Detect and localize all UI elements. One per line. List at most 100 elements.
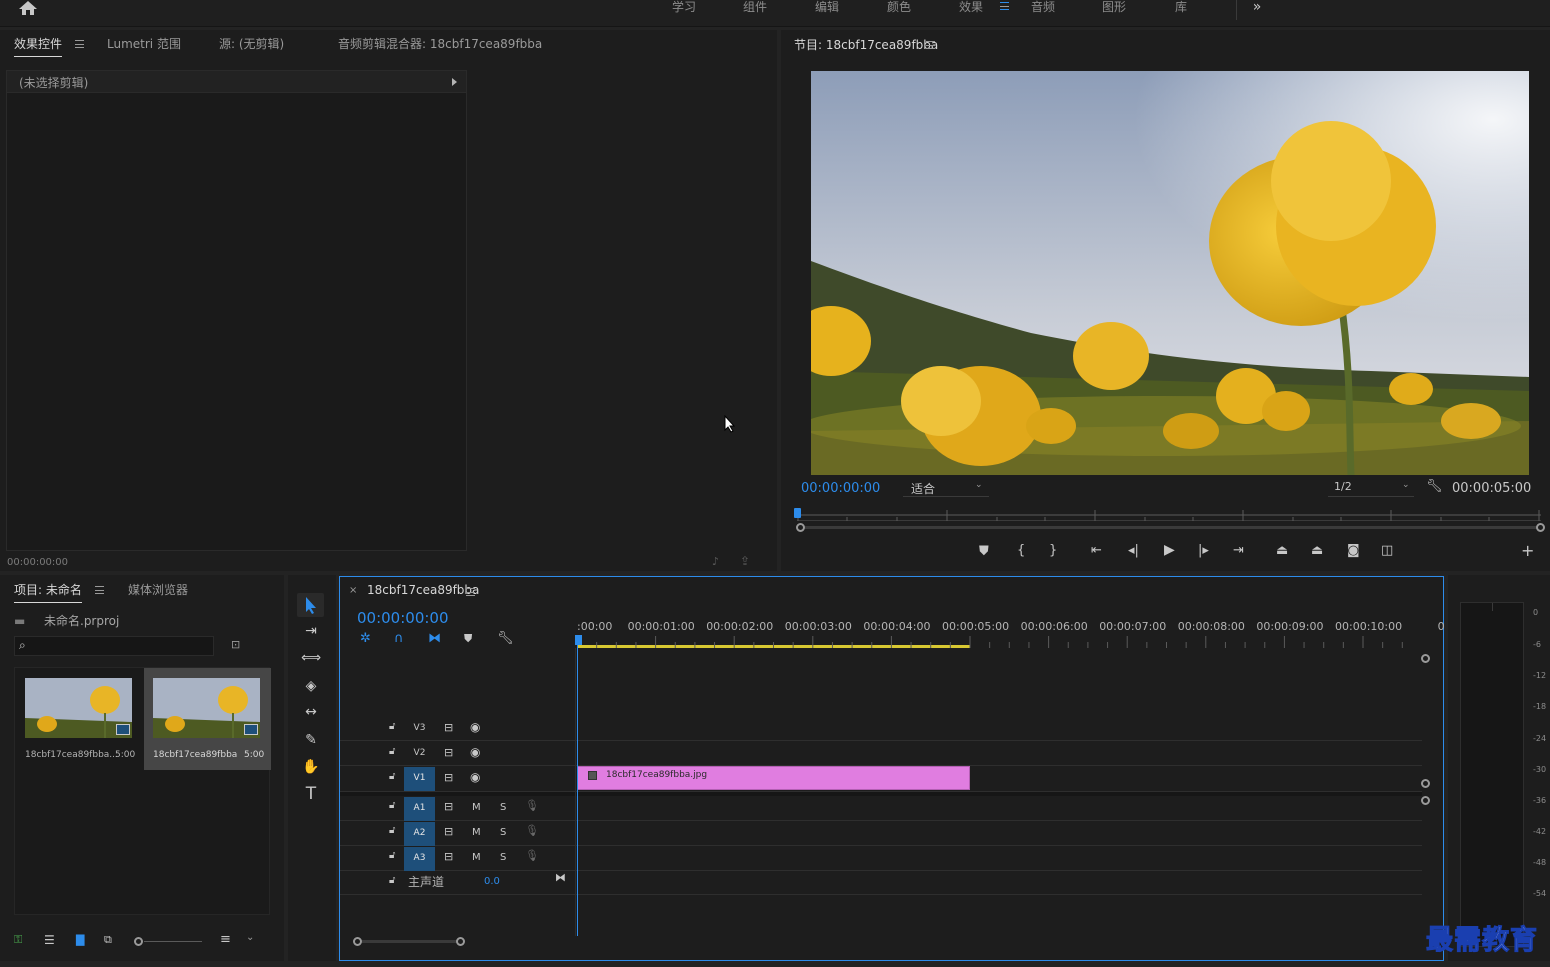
camera-icon[interactable]: ◙: [1347, 544, 1360, 557]
lock-icon[interactable]: 🔓︎: [389, 826, 395, 836]
workspace-libraries[interactable]: 库: [1175, 0, 1187, 15]
track-label-a3[interactable]: A3: [404, 847, 435, 871]
pen-tool-icon[interactable]: ✎: [299, 729, 323, 751]
export-icon[interactable]: ⇪: [740, 555, 750, 567]
mute-button[interactable]: M: [472, 802, 481, 813]
sync-lock-icon[interactable]: ⊟: [444, 801, 453, 812]
eye-icon[interactable]: ◉: [470, 746, 480, 758]
razor-tool-icon[interactable]: ◈: [299, 675, 323, 697]
program-current-timecode[interactable]: 00:00:00:00: [801, 481, 880, 496]
project-item[interactable]: 18cbf17cea89fbba... 5:00: [15, 668, 143, 768]
tab-lumetri-scopes[interactable]: Lumetri 范围: [107, 35, 181, 52]
extract-icon[interactable]: ⏏: [1311, 544, 1323, 557]
close-icon[interactable]: ×: [349, 586, 357, 596]
lock-icon[interactable]: 🔓︎: [389, 876, 395, 886]
timeline-playhead-head[interactable]: [575, 635, 582, 645]
timeline-settings-icon[interactable]: 🔧︎: [497, 632, 514, 645]
selection-tool[interactable]: [297, 593, 324, 617]
eye-icon[interactable]: ◉: [470, 771, 480, 783]
solo-button[interactable]: S: [500, 827, 506, 838]
new-bin-search-icon[interactable]: ⊡: [231, 639, 240, 650]
go-to-out-icon[interactable]: ⇥: [1233, 544, 1244, 557]
workspace-effects[interactable]: 效果: [959, 0, 983, 15]
solo-button[interactable]: S: [500, 852, 506, 863]
track-label-a1[interactable]: A1: [404, 797, 435, 821]
tab-media-browser[interactable]: 媒体浏览器: [128, 581, 188, 598]
project-item[interactable]: 18cbf17cea89fbba 5:00: [144, 668, 271, 770]
quality-dropdown[interactable]: 1/2 ⌄: [1328, 479, 1414, 497]
eye-icon[interactable]: ◉: [470, 721, 480, 733]
track-label-a2[interactable]: A2: [404, 822, 435, 846]
lock-icon[interactable]: ⚿: [14, 934, 22, 945]
double-chevron-right-icon[interactable]: »: [1249, 0, 1265, 14]
lock-icon[interactable]: 🔓︎: [389, 851, 395, 861]
microphone-icon[interactable]: 🎙︎: [525, 800, 539, 811]
workspace-learn[interactable]: 学习: [672, 0, 696, 15]
type-tool-icon[interactable]: T: [299, 783, 323, 805]
horizontal-zoom-handle-left[interactable]: [353, 937, 362, 946]
tab-source[interactable]: 源: (无剪辑): [219, 35, 284, 52]
mark-out-icon[interactable]: }: [1049, 544, 1057, 557]
vertical-zoom-handle[interactable]: [1421, 779, 1430, 788]
fit-dropdown[interactable]: 适合 ⌄: [903, 479, 989, 497]
comparison-view-icon[interactable]: ◫: [1381, 544, 1393, 557]
play-icon[interactable]: ▶: [1164, 543, 1175, 557]
track-select-tool-icon[interactable]: ⇥: [299, 620, 323, 642]
snap-icon[interactable]: ∩: [394, 632, 404, 645]
tab-project[interactable]: 项目: 未命名: [14, 581, 82, 603]
workspace-assembly[interactable]: 组件: [743, 0, 767, 15]
microphone-icon[interactable]: 🎙︎: [525, 850, 539, 861]
panel-menu-icon[interactable]: [466, 588, 475, 596]
program-playhead[interactable]: [794, 508, 801, 518]
tab-sequence[interactable]: 18cbf17cea89fbba: [367, 583, 479, 597]
horizontal-scrollbar[interactable]: [362, 940, 458, 943]
lock-icon[interactable]: 🔓︎: [389, 772, 395, 782]
zoom-slider-track[interactable]: [144, 941, 202, 942]
panel-menu-icon[interactable]: [95, 586, 104, 594]
workspace-menu-icon[interactable]: [1000, 2, 1009, 10]
lock-icon[interactable]: 🔓︎: [389, 747, 395, 757]
add-marker-icon[interactable]: ⛊: [464, 633, 472, 644]
sync-lock-icon[interactable]: ⊟: [444, 826, 453, 837]
track-label-v2[interactable]: V2: [404, 742, 435, 764]
chevron-down-icon[interactable]: ⌄: [246, 933, 254, 943]
zoom-handle-left[interactable]: [796, 523, 805, 532]
sync-lock-icon[interactable]: ⊟: [444, 772, 453, 783]
project-search-input[interactable]: [35, 638, 205, 654]
sync-lock-icon[interactable]: ⊟: [444, 722, 453, 733]
solo-button[interactable]: S: [500, 802, 506, 813]
program-time-ruler[interactable]: [797, 505, 1541, 521]
mute-button[interactable]: M: [472, 852, 481, 863]
mute-button[interactable]: M: [472, 827, 481, 838]
sync-lock-icon[interactable]: ⊟: [444, 851, 453, 862]
marker-icon[interactable]: ⛊: [979, 545, 989, 558]
icon-view-icon[interactable]: ▇: [76, 934, 84, 945]
list-view-icon[interactable]: ☰: [44, 934, 55, 946]
tab-effect-controls[interactable]: 效果控件: [14, 35, 63, 57]
expand-triangle-icon[interactable]: [452, 78, 457, 86]
microphone-icon[interactable]: 🎙︎: [525, 825, 539, 836]
zoom-handle-right[interactable]: [1536, 523, 1545, 532]
go-to-in-icon[interactable]: ⇤: [1091, 544, 1102, 557]
wrench-icon[interactable]: 🔧︎: [1426, 480, 1443, 493]
slip-tool-icon[interactable]: ↔: [299, 701, 323, 723]
add-button-icon[interactable]: +: [1521, 543, 1534, 559]
audio-loop-icon[interactable]: ♪: [712, 556, 719, 567]
zoom-scrollbar[interactable]: [805, 526, 1537, 529]
step-back-icon[interactable]: ◂|: [1128, 544, 1139, 557]
step-forward-icon[interactable]: |▸: [1198, 544, 1209, 557]
horizontal-zoom-handle-right[interactable]: [456, 937, 465, 946]
ripple-edit-tool-icon[interactable]: ⟺: [299, 647, 323, 669]
workspace-editing[interactable]: 编辑: [815, 0, 839, 15]
timeline-timecode[interactable]: 00:00:00:00: [357, 609, 449, 627]
hand-tool-icon[interactable]: ✋: [299, 756, 323, 778]
lock-icon[interactable]: 🔓︎: [389, 801, 395, 811]
timeline-clip[interactable]: 18cbf17cea89fbba.jpg: [577, 766, 970, 790]
nest-toggle-icon[interactable]: ✲: [360, 632, 371, 645]
mark-in-icon[interactable]: {: [1017, 544, 1025, 557]
sort-icon[interactable]: ≡: [220, 933, 231, 946]
track-label-v1[interactable]: V1: [404, 767, 435, 791]
tab-audio-clip-mixer[interactable]: 音频剪辑混合器: 18cbf17cea89fbba: [338, 35, 542, 52]
zoom-slider-handle[interactable]: [134, 937, 143, 946]
workspace-audio[interactable]: 音频: [1031, 0, 1055, 15]
